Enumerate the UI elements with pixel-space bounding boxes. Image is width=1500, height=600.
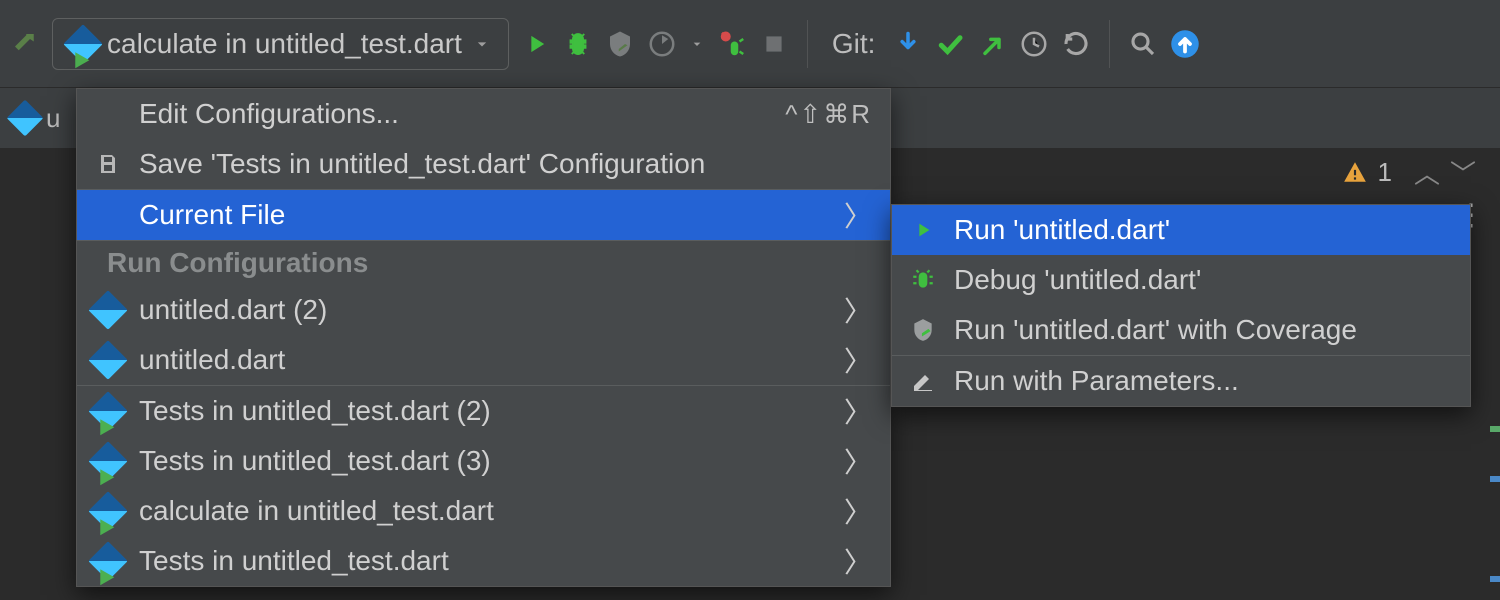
run-config-selector[interactable]: calculate in untitled_test.dart [52, 18, 509, 70]
gutter-mark [1490, 426, 1500, 432]
chevron-down-icon [472, 34, 492, 54]
run-file-item[interactable]: Run 'untitled.dart' [892, 205, 1470, 255]
run-config-item[interactable]: untitled.dart 〉 [77, 335, 890, 385]
git-label: Git: [832, 28, 876, 60]
debug-icon[interactable] [563, 29, 593, 59]
menu-label: Run with Parameters... [954, 365, 1452, 397]
coverage-icon [906, 317, 940, 343]
chevron-right-icon: 〉 [844, 491, 872, 531]
menu-label: Run 'untitled.dart' [954, 214, 1452, 246]
profile-icon[interactable] [647, 29, 677, 59]
toolbar-divider [807, 20, 808, 68]
menu-label: untitled.dart (2) [139, 294, 830, 326]
menu-label: Tests in untitled_test.dart [139, 545, 830, 577]
save-icon [91, 152, 125, 176]
debug-file-item[interactable]: Debug 'untitled.dart' [892, 255, 1470, 305]
rollback-icon[interactable] [1061, 29, 1091, 59]
chevron-right-icon: 〉 [844, 195, 872, 235]
menu-label: Save 'Tests in untitled_test.dart' Confi… [139, 148, 872, 180]
run-config-label: calculate in untitled_test.dart [107, 28, 462, 60]
edit-icon [906, 369, 940, 393]
current-file-item[interactable]: Current File 〉 [77, 190, 890, 240]
dart-icon [91, 346, 125, 374]
run-config-item[interactable]: calculate in untitled_test.dart 〉 [77, 486, 890, 536]
push-icon[interactable] [977, 29, 1007, 59]
run-icon[interactable] [521, 29, 551, 59]
next-problem-icon[interactable]: ﹀ [1450, 154, 1476, 191]
update-project-icon[interactable] [893, 29, 923, 59]
run-config-item[interactable]: untitled.dart (2) 〉 [77, 285, 890, 335]
save-configuration-item[interactable]: Save 'Tests in untitled_test.dart' Confi… [77, 139, 890, 189]
menu-section-header: Run Configurations [77, 241, 890, 285]
menu-label: Current File [139, 199, 830, 231]
run-config-menu: Edit Configurations... ^⇧⌘R Save 'Tests … [76, 88, 891, 587]
chevron-right-icon: 〉 [844, 541, 872, 581]
run-params-item[interactable]: Run with Parameters... [892, 356, 1470, 406]
toolbar-divider [1109, 20, 1110, 68]
dart-test-icon [91, 447, 125, 475]
dart-icon [91, 296, 125, 324]
dart-file-icon [7, 100, 44, 137]
chevron-right-icon: 〉 [844, 441, 872, 481]
menu-label: untitled.dart [139, 344, 830, 376]
dart-test-icon [91, 397, 125, 425]
shortcut-label: ^⇧⌘R [785, 99, 872, 130]
menu-label: Tests in untitled_test.dart (2) [139, 395, 830, 427]
coverage-icon[interactable] [605, 29, 635, 59]
chevron-down-icon[interactable] [689, 36, 705, 52]
build-icon[interactable] [10, 29, 40, 59]
run-config-item[interactable]: Tests in untitled_test.dart 〉 [77, 536, 890, 586]
commit-icon[interactable] [935, 29, 965, 59]
menu-label: calculate in untitled_test.dart [139, 495, 830, 527]
run-config-item[interactable]: Tests in untitled_test.dart (3) 〉 [77, 436, 890, 486]
warning-count: 1 [1378, 157, 1392, 188]
gutter-mark [1490, 476, 1500, 482]
editor-tab[interactable]: u [12, 103, 60, 134]
tab-filename: u [46, 103, 60, 134]
warning-icon [1342, 159, 1368, 185]
gutter-mark [1490, 576, 1500, 582]
dart-test-icon [91, 547, 125, 575]
menu-label: Debug 'untitled.dart' [954, 264, 1452, 296]
dart-test-icon [91, 497, 125, 525]
chevron-right-icon: 〉 [844, 340, 872, 380]
debug-icon [906, 267, 940, 293]
history-icon[interactable] [1019, 29, 1049, 59]
menu-label: Tests in untitled_test.dart (3) [139, 445, 830, 477]
stop-icon [759, 29, 789, 59]
chevron-right-icon: 〉 [844, 391, 872, 431]
attach-debugger-icon[interactable] [717, 29, 747, 59]
main-toolbar: calculate in untitled_test.dart Git: [0, 0, 1500, 88]
prev-problem-icon[interactable]: ︿ [1414, 154, 1440, 191]
dart-test-icon [63, 24, 103, 64]
run-icon [906, 219, 940, 241]
chevron-right-icon: 〉 [844, 290, 872, 330]
editor-gutter-marks [1490, 196, 1500, 600]
search-icon[interactable] [1128, 29, 1158, 59]
coverage-file-item[interactable]: Run 'untitled.dart' with Coverage [892, 305, 1470, 355]
current-file-submenu: Run 'untitled.dart' Debug 'untitled.dart… [891, 204, 1471, 407]
menu-label: Run 'untitled.dart' with Coverage [954, 314, 1452, 346]
edit-configurations-item[interactable]: Edit Configurations... ^⇧⌘R [77, 89, 890, 139]
menu-label: Edit Configurations... [139, 98, 771, 130]
run-config-item[interactable]: Tests in untitled_test.dart (2) 〉 [77, 386, 890, 436]
sync-icon[interactable] [1170, 29, 1200, 59]
